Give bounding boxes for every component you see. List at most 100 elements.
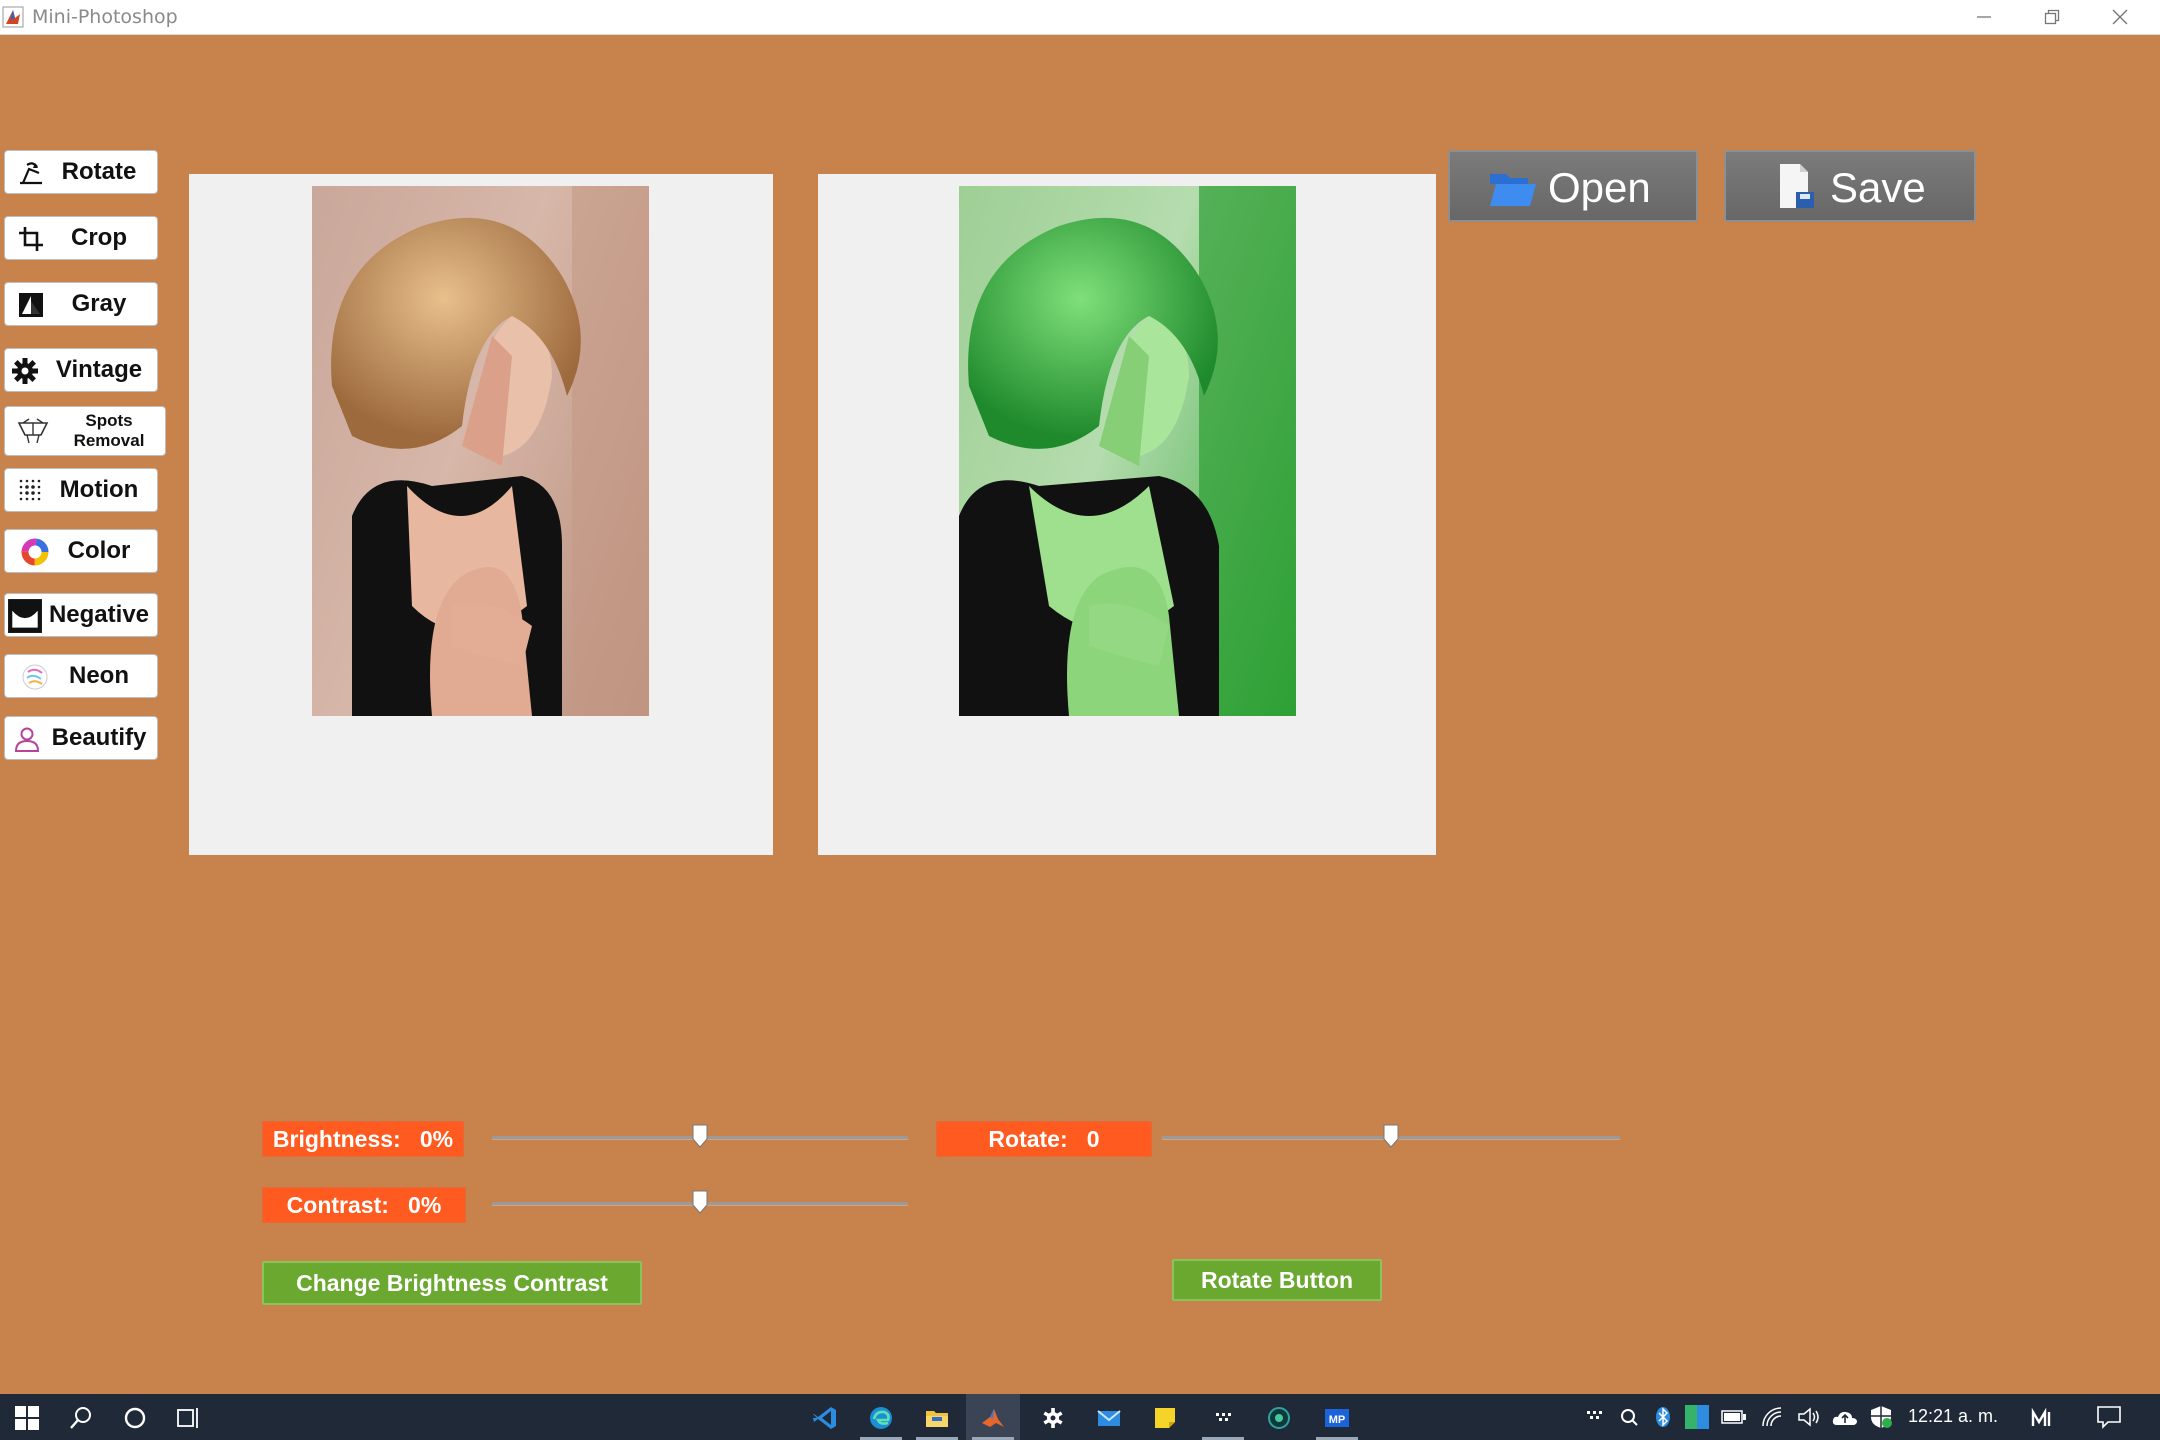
neon-tool-button[interactable]: Neon	[4, 654, 158, 698]
gray-tool-button[interactable]: Gray	[4, 282, 158, 326]
search-icon	[70, 1407, 91, 1429]
taskbar: MP 12:21 a. m.	[0, 1394, 2160, 1440]
spots-removal-icon	[17, 418, 49, 444]
open-label: Open	[1548, 164, 1651, 211]
tray-app-icon	[1587, 1411, 1602, 1419]
taskbar-security-app[interactable]	[1252, 1394, 1306, 1440]
taskbar-vscode[interactable]	[798, 1394, 852, 1440]
taskbar-file-explorer[interactable]	[910, 1394, 964, 1440]
save-button[interactable]: Save	[1724, 150, 1976, 222]
negative-tool-label: Negative	[48, 601, 150, 628]
taskbar-mp-app[interactable]: MP	[1310, 1394, 1364, 1440]
brightness-label: Brightness: 0%	[262, 1121, 464, 1157]
color-tool-button[interactable]: Color	[4, 529, 158, 573]
spots-removal-tool-label: Spots Removal	[73, 411, 145, 450]
battery-icon	[1721, 1410, 1746, 1424]
original-image-panel	[189, 174, 773, 855]
negative-icon	[8, 599, 42, 633]
rotate-action-button[interactable]: Rotate Button	[1172, 1259, 1382, 1301]
start-button[interactable]	[0, 1394, 54, 1440]
crop-tool-button[interactable]: Crop	[4, 216, 158, 260]
mail-icon	[1097, 1410, 1121, 1426]
ime-icon	[2031, 1408, 2051, 1426]
tray-magnifier[interactable]	[1612, 1394, 1646, 1440]
spots-removal-tool-button[interactable]: Spots Removal	[4, 406, 166, 456]
minimize-button[interactable]	[1950, 0, 2018, 34]
open-button[interactable]: Open	[1448, 150, 1698, 222]
beautify-tool-label: Beautify	[51, 724, 147, 751]
cloud-icon	[1832, 1411, 1857, 1425]
unknown-app-icon	[1216, 1413, 1231, 1421]
tray-volume[interactable]	[1792, 1394, 1826, 1440]
defender-icon	[1871, 1406, 1892, 1428]
tray-color-icon	[1685, 1405, 1709, 1429]
brightness-slider[interactable]	[492, 1123, 908, 1153]
task-view-button[interactable]	[162, 1394, 216, 1440]
tray-notifications[interactable]	[2086, 1394, 2132, 1440]
beautify-tool-button[interactable]: Beautify	[4, 716, 158, 760]
tray-battery[interactable]	[1716, 1394, 1752, 1440]
negative-tool-button[interactable]: Negative	[4, 593, 158, 637]
cortana-icon	[124, 1407, 146, 1429]
taskbar-clock[interactable]: 12:21 a. m.	[1908, 1406, 1998, 1427]
cortana-button[interactable]	[108, 1394, 162, 1440]
close-icon	[2112, 9, 2128, 25]
taskbar-unknown-app[interactable]	[1196, 1394, 1250, 1440]
taskbar-matlab[interactable]	[966, 1394, 1020, 1440]
taskbar-sticky-notes[interactable]	[1138, 1394, 1192, 1440]
change-brightness-contrast-button[interactable]: Change Brightness Contrast	[262, 1261, 642, 1305]
rotate-tool-button[interactable]: Rotate	[4, 150, 158, 194]
volume-icon	[1798, 1407, 1819, 1427]
motion-tool-button[interactable]: Motion	[4, 468, 158, 512]
tray-color-app[interactable]	[1680, 1394, 1714, 1440]
edited-image-panel	[818, 174, 1436, 855]
motion-tool-label: Motion	[59, 476, 139, 503]
gear-icon	[12, 358, 38, 384]
brightness-slider-thumb[interactable]	[692, 1124, 708, 1148]
tray-wifi[interactable]	[1756, 1394, 1790, 1440]
close-button[interactable]	[2086, 0, 2154, 34]
vintage-tool-button[interactable]: Vintage	[4, 348, 158, 392]
matlab-icon	[982, 1409, 1004, 1427]
portrait-image	[331, 186, 649, 716]
taskbar-mail[interactable]	[1082, 1394, 1136, 1440]
contrast-slider-thumb[interactable]	[692, 1190, 708, 1214]
save-label: Save	[1830, 164, 1926, 211]
tray-app[interactable]	[1576, 1394, 1612, 1440]
gray-tool-label: Gray	[71, 290, 127, 317]
app-icon	[2, 6, 24, 28]
sticky-notes-icon	[1155, 1408, 1175, 1428]
motion-dots-icon	[19, 479, 41, 501]
rotate-slider[interactable]	[1162, 1123, 1620, 1153]
rotate-tool-label: Rotate	[61, 158, 137, 185]
minimize-icon	[1977, 16, 1991, 18]
title-bar: Mini-Photoshop	[0, 0, 2160, 35]
contrast-label: Contrast: 0%	[262, 1187, 466, 1223]
rotate-slider-thumb[interactable]	[1383, 1124, 1399, 1148]
tray-ime[interactable]	[2022, 1394, 2066, 1440]
contrast-slider[interactable]	[492, 1189, 908, 1219]
edge-icon	[870, 1407, 892, 1429]
mp-app-icon: MP	[1325, 1409, 1349, 1427]
color-tool-label: Color	[67, 537, 131, 564]
mp-badge-text: MP	[1329, 1414, 1346, 1426]
notifications-icon	[2097, 1406, 2121, 1429]
taskbar-settings[interactable]	[1026, 1394, 1080, 1440]
crop-icon	[19, 227, 43, 251]
grayscale-icon	[19, 293, 43, 317]
tray-cloud[interactable]	[1828, 1394, 1862, 1440]
vintage-tool-label: Vintage	[55, 356, 143, 383]
bluetooth-icon	[1656, 1407, 1670, 1427]
edited-photo	[959, 186, 1296, 716]
save-file-icon	[1780, 164, 1814, 208]
restore-button[interactable]	[2018, 0, 2086, 34]
task-view-icon	[177, 1408, 198, 1428]
tray-defender[interactable]	[1864, 1394, 1898, 1440]
taskbar-edge[interactable]	[854, 1394, 908, 1440]
windows-start-icon	[15, 1406, 39, 1430]
search-button[interactable]	[54, 1394, 108, 1440]
portrait-green-image	[959, 186, 1296, 716]
tray-bluetooth[interactable]	[1648, 1394, 1678, 1440]
file-explorer-icon	[926, 1411, 948, 1427]
original-photo	[312, 186, 649, 716]
